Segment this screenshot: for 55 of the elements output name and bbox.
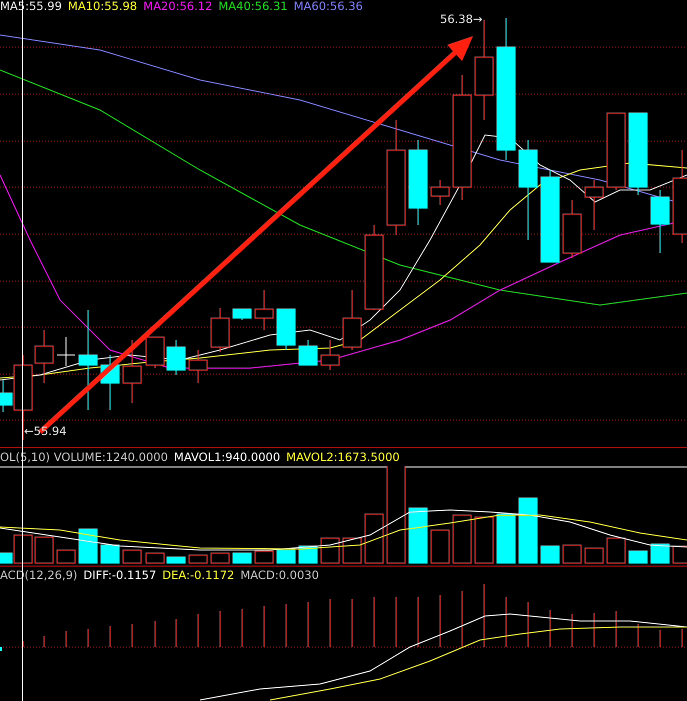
volume-bar — [628, 550, 648, 564]
volume-bar — [452, 514, 472, 564]
candlestick — [342, 290, 362, 350]
macd-indicator-label: DIFF:-0.1157 — [83, 569, 156, 582]
volume-bar — [210, 552, 230, 564]
volume-bar — [606, 537, 626, 564]
volume-bar — [430, 529, 450, 564]
candlestick — [232, 308, 252, 320]
volume-bar — [496, 513, 516, 564]
volume-bar — [276, 549, 296, 564]
volume-bar — [232, 552, 252, 564]
volume-bar — [540, 545, 560, 564]
volume-bar — [146, 552, 164, 564]
candlestick — [146, 336, 164, 368]
candlestick — [298, 340, 318, 366]
volume-bar — [364, 513, 384, 564]
candlestick — [34, 330, 54, 384]
volume-bar — [78, 528, 98, 564]
candlestick — [56, 336, 76, 366]
volume-bar — [584, 547, 604, 564]
volume-bar — [408, 507, 428, 564]
volume-bar — [320, 537, 340, 564]
volume-bar — [474, 516, 494, 564]
volume-bar — [188, 554, 208, 564]
volume-bar — [56, 549, 76, 564]
moving-average-label: MA40:56.31 — [218, 0, 288, 12]
volume-bar — [254, 550, 274, 564]
volume-indicator-label: MAVOL1:940.0000 — [174, 450, 280, 463]
candlestick — [166, 340, 186, 376]
volume-bar — [342, 537, 362, 564]
candlestick — [562, 200, 582, 258]
moving-average-label: MA10:55.98 — [68, 0, 138, 12]
macd-indicator-label: MACD:0.0030 — [240, 569, 319, 582]
volume-bar — [562, 544, 582, 564]
candlestick — [210, 308, 230, 352]
volume-bar — [166, 556, 186, 564]
candlestick — [584, 180, 604, 230]
high-price-label: 56.38→ — [440, 12, 483, 26]
candlestick — [122, 340, 142, 404]
candlestick — [188, 350, 208, 384]
volume-bar — [34, 536, 54, 564]
candlestick — [276, 308, 296, 350]
candlestick — [430, 180, 450, 206]
volume-bar — [122, 549, 142, 564]
moving-average-label: MA60:56.36 — [294, 0, 363, 12]
candlestick — [320, 340, 340, 370]
volume-bar — [518, 497, 538, 564]
volume-bar — [100, 544, 120, 564]
candlestick — [650, 190, 670, 254]
macd-indicator-label: DEA:-0.1172 — [162, 569, 234, 582]
moving-average-label: MA20:56.12 — [143, 0, 212, 12]
low-price-label: ←55.94 — [24, 424, 67, 438]
candlestick — [254, 290, 274, 330]
volume-bar — [650, 543, 670, 564]
volume-indicator-label: MAVOL2:1673.5000 — [286, 450, 400, 463]
